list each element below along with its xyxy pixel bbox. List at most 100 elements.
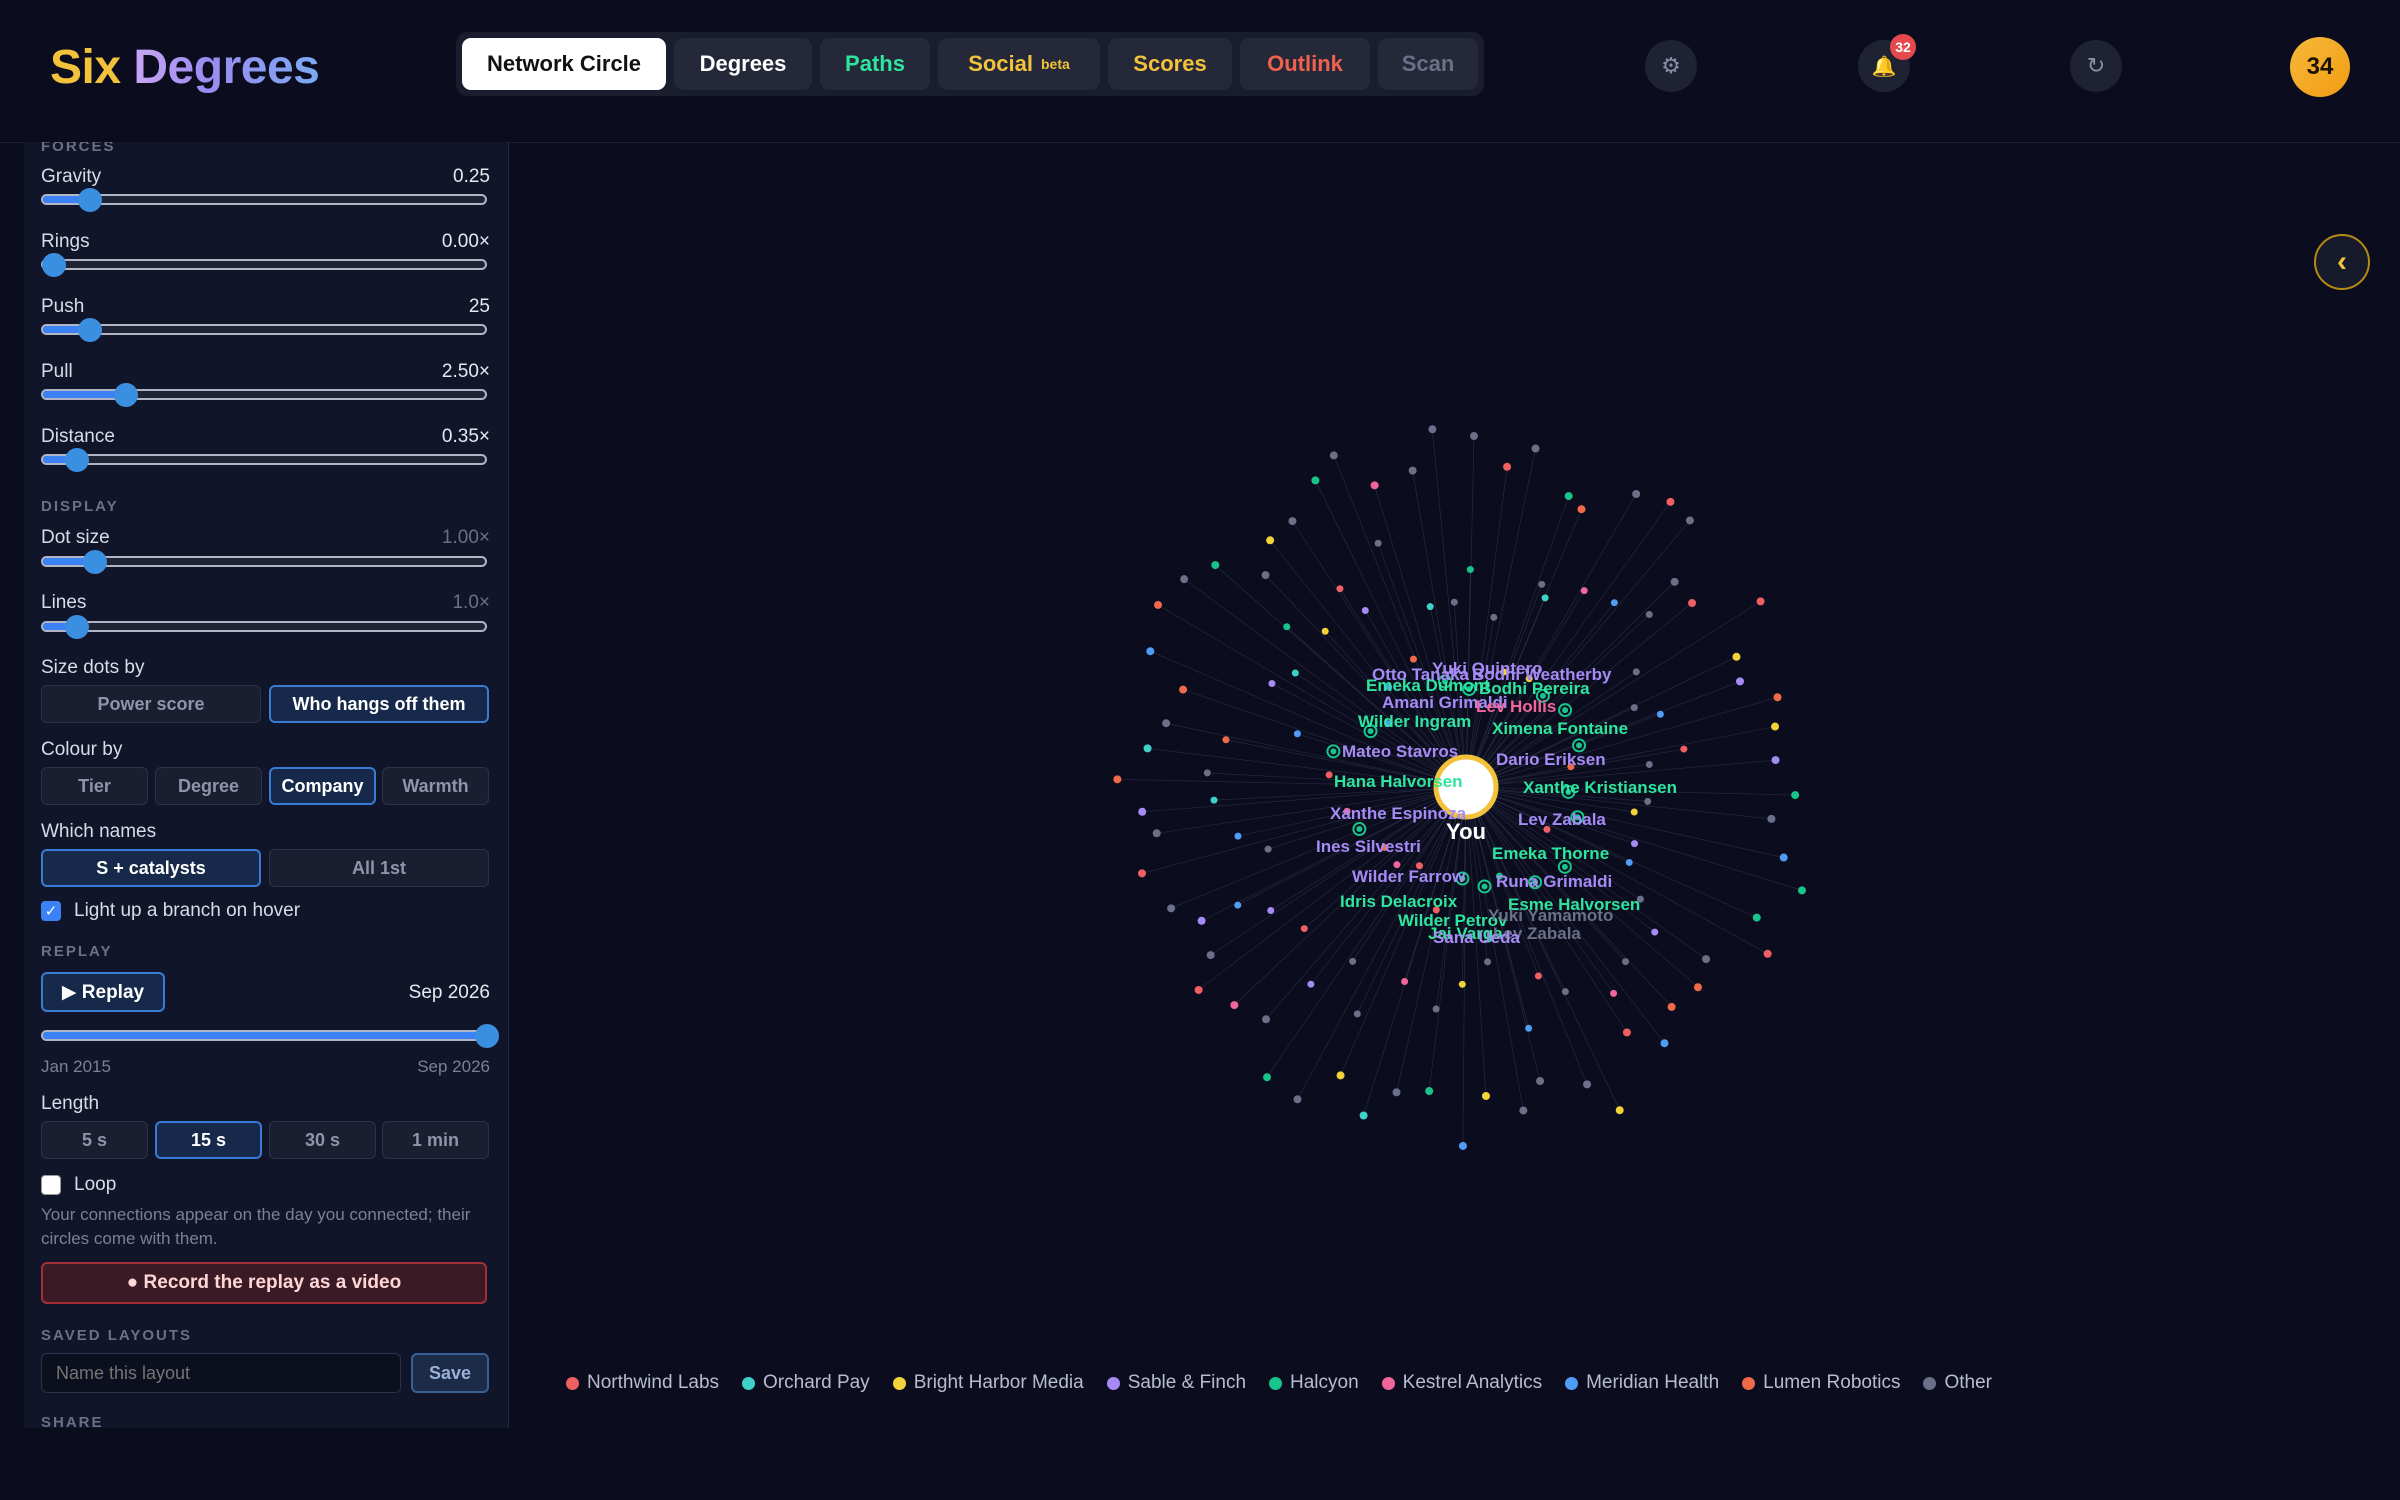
node-core[interactable] <box>1576 742 1583 749</box>
tab-social[interactable]: Social beta <box>938 38 1100 90</box>
node-dot[interactable] <box>1490 613 1498 621</box>
slider-thumb[interactable] <box>78 318 103 342</box>
slider-dot-size[interactable] <box>41 556 487 567</box>
node-dot[interactable] <box>1359 1111 1368 1120</box>
node-dot[interactable] <box>1767 814 1776 823</box>
tab-network-circle[interactable]: Network Circle <box>462 38 666 90</box>
node-dot[interactable] <box>1432 1005 1440 1013</box>
slider-distance[interactable] <box>41 454 487 465</box>
node-dot[interactable] <box>1735 677 1744 686</box>
node-dot[interactable] <box>1470 432 1479 441</box>
node-dot[interactable] <box>1797 886 1806 895</box>
node-dot[interactable] <box>1230 1001 1239 1010</box>
node-dot[interactable] <box>1153 600 1162 609</box>
node-dot[interactable] <box>1666 497 1675 506</box>
edge-line[interactable] <box>1333 455 1467 788</box>
node-dot[interactable] <box>1685 516 1694 525</box>
settings-button[interactable]: ⚙ <box>1645 40 1697 92</box>
node-dot[interactable] <box>1138 807 1147 816</box>
node-dot[interactable] <box>1632 490 1641 499</box>
node-dot[interactable] <box>1321 627 1329 635</box>
node-dot[interactable] <box>1615 1106 1624 1115</box>
node-dot[interactable] <box>1660 1039 1669 1048</box>
node-dot[interactable] <box>1261 571 1270 580</box>
edge-line[interactable] <box>1315 480 1467 788</box>
app-logo[interactable]: Six Degrees <box>50 40 320 95</box>
node-dot[interactable] <box>1688 599 1697 608</box>
slider-thumb[interactable] <box>82 550 107 574</box>
node-dot[interactable] <box>1481 1092 1490 1101</box>
node-dot[interactable] <box>1645 611 1653 619</box>
node-dot[interactable] <box>1194 985 1203 994</box>
edge-line[interactable] <box>1465 786 1621 1111</box>
colour-by-degree[interactable]: Degree <box>155 767 262 805</box>
avatar[interactable]: 34 <box>2290 37 2350 97</box>
node-dot[interactable] <box>1458 980 1466 988</box>
node-core[interactable] <box>1356 826 1363 833</box>
node-dot[interactable] <box>1307 980 1315 988</box>
replay-timeline-slider[interactable] <box>41 1030 489 1041</box>
node-dot[interactable] <box>1645 760 1653 768</box>
collapse-panel-button[interactable]: ‹ <box>2314 234 2370 290</box>
slider-rings[interactable] <box>41 259 487 270</box>
node-dot[interactable] <box>1210 796 1218 804</box>
node-dot[interactable] <box>1263 1073 1272 1082</box>
node-dot[interactable] <box>1291 669 1299 677</box>
node-dot[interactable] <box>1311 476 1320 485</box>
node-core[interactable] <box>1481 883 1488 890</box>
save-layout-button[interactable]: Save <box>411 1353 489 1393</box>
node-dot[interactable] <box>1197 916 1206 925</box>
refresh-button[interactable]: ↻ <box>2070 40 2122 92</box>
node-dot[interactable] <box>1353 1010 1361 1018</box>
node-dot[interactable] <box>1211 561 1220 570</box>
node-core[interactable] <box>1330 748 1337 755</box>
slider-lines[interactable] <box>41 621 487 632</box>
node-dot[interactable] <box>1222 736 1230 744</box>
length-1min[interactable]: 1 min <box>382 1121 489 1159</box>
node-dot[interactable] <box>1583 1080 1592 1089</box>
edge-line[interactable] <box>1141 786 1467 874</box>
tab-paths[interactable]: Paths <box>820 38 930 90</box>
edge-line[interactable] <box>1432 429 1467 788</box>
names-s-catalysts[interactable]: S + catalysts <box>41 849 261 887</box>
node-dot[interactable] <box>1293 730 1301 738</box>
node-dot[interactable] <box>1401 977 1409 985</box>
node-dot[interactable] <box>1541 594 1549 602</box>
node-dot[interactable] <box>1408 466 1417 475</box>
node-dot[interactable] <box>1266 536 1275 545</box>
node-dot[interactable] <box>1349 957 1357 965</box>
node-dot[interactable] <box>1610 599 1618 607</box>
node-dot[interactable] <box>1534 972 1542 980</box>
length-30s[interactable]: 30 s <box>269 1121 376 1159</box>
node-dot[interactable] <box>1630 704 1638 712</box>
node-dot[interactable] <box>1771 722 1780 731</box>
node-dot[interactable] <box>1264 845 1272 853</box>
node-dot[interactable] <box>1450 598 1458 606</box>
node-dot[interactable] <box>1428 425 1437 434</box>
colour-by-warmth[interactable]: Warmth <box>382 767 489 805</box>
node-dot[interactable] <box>1484 958 1492 966</box>
node-dot[interactable] <box>1234 832 1242 840</box>
node-dot[interactable] <box>1293 1095 1302 1104</box>
node-dot[interactable] <box>1538 580 1546 588</box>
node-dot[interactable] <box>1206 951 1215 960</box>
colour-by-tier[interactable]: Tier <box>41 767 148 805</box>
replay-button[interactable]: ▶ Replay <box>41 972 165 1012</box>
node-dot[interactable] <box>1262 1015 1271 1024</box>
node-dot[interactable] <box>1752 913 1761 922</box>
node-dot[interactable] <box>1667 1002 1676 1011</box>
node-dot[interactable] <box>1329 451 1338 460</box>
node-dot[interactable] <box>1693 983 1702 992</box>
node-dot[interactable] <box>1267 906 1275 914</box>
node-dot[interactable] <box>1651 928 1659 936</box>
tab-scores[interactable]: Scores <box>1108 38 1232 90</box>
node-dot[interactable] <box>1300 925 1308 933</box>
node-dot[interactable] <box>1680 745 1688 753</box>
loop-checkbox[interactable] <box>41 1175 61 1195</box>
node-dot[interactable] <box>1268 679 1276 687</box>
slider-thumb[interactable] <box>113 383 138 407</box>
tab-scan[interactable]: Scan <box>1378 38 1478 90</box>
node-dot[interactable] <box>1773 693 1782 702</box>
node-dot[interactable] <box>1580 587 1588 595</box>
node-dot[interactable] <box>1644 797 1652 805</box>
